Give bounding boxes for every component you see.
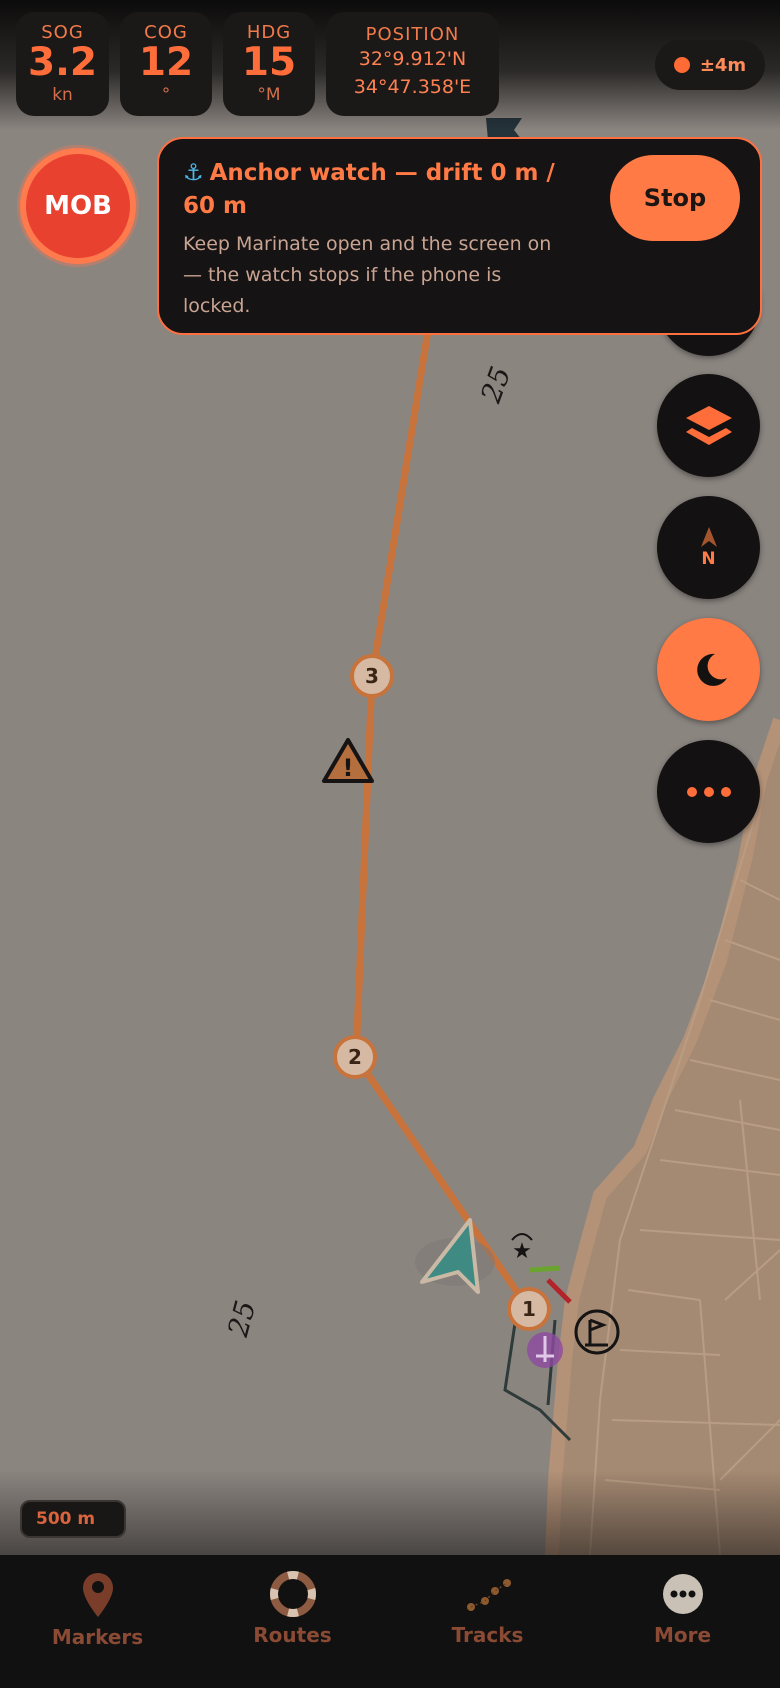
sog-unit: kn xyxy=(52,85,73,105)
marina-icon xyxy=(527,1332,563,1368)
cog-value: 12 xyxy=(138,40,194,85)
gps-accuracy-text: ±4m xyxy=(699,54,747,76)
more-icon xyxy=(662,1574,703,1614)
position-lat: 32°9.912'N xyxy=(358,48,467,70)
anchor-watch-card: ⚓ Anchor watch — drift 0 m / 60 m Keep Ma… xyxy=(157,137,762,335)
lifebuoy-icon xyxy=(269,1571,316,1617)
position-tile: POSITION 32°9.912'N 34°47.358'E xyxy=(326,12,499,116)
cog-tile: COG 12 ° xyxy=(120,12,212,116)
nav-more[interactable]: More xyxy=(585,1555,780,1688)
svg-text:★: ★ xyxy=(512,1239,532,1264)
anchor-watch-title: Anchor watch — drift 0 m / 60 m xyxy=(183,160,555,219)
position-label: POSITION xyxy=(365,24,460,45)
lighthouse-icon: ★ xyxy=(511,1233,533,1264)
hdg-tile: HDG 15 °M xyxy=(223,12,315,116)
nav-markers[interactable]: Markers xyxy=(0,1555,195,1688)
ellipsis-icon xyxy=(686,786,731,797)
svg-text:!: ! xyxy=(343,754,354,782)
stop-anchor-watch-button[interactable]: Stop xyxy=(610,155,740,241)
nav-tracks[interactable]: Tracks xyxy=(390,1555,585,1688)
hdg-unit: °M xyxy=(257,85,281,105)
stop-label: Stop xyxy=(643,184,707,212)
compass-button[interactable]: N xyxy=(657,496,760,599)
sog-tile: SOG 3.2 kn xyxy=(16,12,109,116)
layers-button[interactable] xyxy=(657,374,760,477)
marker-pin-icon xyxy=(82,1573,113,1617)
waypoint-2[interactable]: 2 xyxy=(333,1035,377,1079)
night-mode-button[interactable] xyxy=(657,618,760,721)
nav-routes[interactable]: Routes xyxy=(195,1555,390,1688)
north-arrow-icon xyxy=(700,526,717,547)
waypoint-3[interactable]: 3 xyxy=(350,654,394,698)
nav-markers-label: Markers xyxy=(51,1625,144,1649)
nav-routes-label: Routes xyxy=(253,1623,332,1647)
mob-button[interactable]: MOB xyxy=(20,148,136,264)
nav-more-label: More xyxy=(653,1623,712,1647)
more-options-button[interactable] xyxy=(657,740,760,843)
waypoint-1[interactable]: 1 xyxy=(507,1287,551,1331)
position-lon: 34°47.358'E xyxy=(353,76,472,98)
anchor-icon: ⚓ xyxy=(183,160,204,186)
green-buoy-icon xyxy=(529,1265,561,1273)
mob-label: MOB xyxy=(44,191,112,221)
anchor-watch-description: Keep Marinate open and the screen on — t… xyxy=(183,233,552,317)
moon-icon xyxy=(696,653,727,686)
cog-unit: ° xyxy=(161,85,171,105)
bottom-nav: Markers Routes Tracks More xyxy=(0,1555,780,1688)
gps-accuracy-badge: ±4m xyxy=(655,40,765,90)
scale-bar: 500 m xyxy=(20,1500,126,1538)
tracks-icon xyxy=(466,1579,511,1611)
layers-icon xyxy=(685,405,732,445)
sog-value: 3.2 xyxy=(27,40,98,85)
compass-label: N xyxy=(701,548,716,569)
gps-status-dot xyxy=(673,57,690,73)
hdg-value: 15 xyxy=(241,40,297,85)
nav-tracks-label: Tracks xyxy=(451,1623,524,1647)
